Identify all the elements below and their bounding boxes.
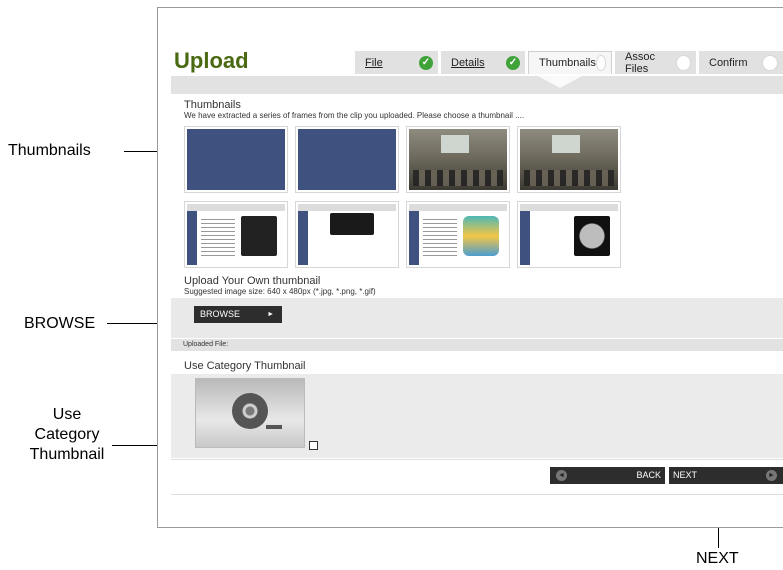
tab-file[interactable]: File ✓	[355, 51, 438, 74]
browse-button[interactable]: BROWSE ►	[194, 306, 282, 323]
arrow-left-icon: ◄	[556, 470, 567, 481]
tab-confirm-label: Confirm	[709, 56, 748, 69]
next-button[interactable]: NEXT ►	[669, 467, 783, 484]
annotation-category: Use Category Thumbnail	[2, 405, 132, 465]
thumbnail-image	[520, 204, 618, 265]
status-circle-icon	[595, 55, 606, 71]
status-circle-icon	[676, 54, 691, 71]
upload-section-title: Upload Your Own thumbnail	[184, 275, 321, 287]
active-tab-pointer	[538, 76, 582, 88]
annotation-thumbnails: Thumbnails	[8, 142, 91, 159]
page-title: Upload	[174, 48, 249, 73]
tab-confirm[interactable]: Confirm	[699, 51, 783, 74]
uploaded-file-label: Uploaded File:	[171, 339, 783, 351]
arrow-right-icon: ►	[766, 470, 777, 481]
category-thumbnail[interactable]	[195, 378, 305, 448]
tab-assoc-files[interactable]: Assoc Files	[615, 50, 696, 75]
browse-button-label: BROWSE	[200, 309, 241, 319]
thumbnail-image	[187, 129, 285, 190]
back-button-label: BACK	[636, 470, 661, 480]
thumbnail-option[interactable]	[517, 126, 621, 193]
thumbnail-image	[409, 204, 507, 265]
check-icon: ✓	[419, 55, 433, 70]
film-reel-icon	[232, 393, 268, 429]
annotation-category-line2: Category	[34, 426, 100, 443]
tab-details[interactable]: Details ✓	[441, 51, 525, 74]
wizard-tabs: File ✓ Details ✓ Thumbnails Assoc Files …	[355, 50, 783, 75]
upload-window: Upload File ✓ Details ✓ Thumbnails Assoc…	[157, 7, 783, 528]
thumbnail-option[interactable]	[295, 201, 399, 268]
thumbnail-image	[409, 129, 507, 190]
thumbnails-section-title: Thumbnails	[184, 99, 241, 111]
next-button-label: NEXT	[673, 470, 698, 480]
tab-file-label: File	[365, 56, 383, 69]
annotation-category-line1: Use	[52, 406, 82, 423]
thumbnails-section-description: We have extracted a series of frames fro…	[184, 111, 525, 120]
annotation-browse: BROWSE	[24, 315, 96, 332]
thumbnail-option[interactable]	[184, 126, 288, 193]
check-icon: ✓	[506, 55, 520, 70]
tab-assoc-files-label: Assoc Files	[625, 50, 655, 75]
tab-content-bar	[171, 76, 783, 94]
thumbnail-image	[520, 129, 618, 190]
arrow-right-icon: ►	[267, 311, 274, 318]
category-thumbnail-checkbox[interactable]	[309, 441, 318, 450]
tab-thumbnails-label: Thumbnails	[539, 57, 596, 69]
back-button[interactable]: ◄ BACK	[550, 467, 665, 484]
annotation-category-line3: Thumbnail	[29, 446, 105, 463]
thumbnail-image	[187, 204, 285, 265]
thumbnail-option[interactable]	[517, 201, 621, 268]
annotation-next: NEXT	[696, 550, 739, 567]
film-reel-tail	[266, 425, 282, 429]
thumbnail-image	[298, 129, 396, 190]
thumbnail-option[interactable]	[184, 201, 288, 268]
tab-details-label: Details	[451, 56, 485, 69]
tab-thumbnails[interactable]: Thumbnails	[528, 51, 612, 74]
thumbnail-option[interactable]	[406, 201, 510, 268]
thumbnail-option[interactable]	[295, 126, 399, 193]
status-circle-icon	[762, 54, 778, 71]
thumbnail-option[interactable]	[406, 126, 510, 193]
thumbnail-image	[298, 204, 396, 265]
category-section-title: Use Category Thumbnail	[184, 360, 306, 372]
upload-section-hint: Suggested image size: 640 x 480px (*.jpg…	[184, 287, 376, 296]
